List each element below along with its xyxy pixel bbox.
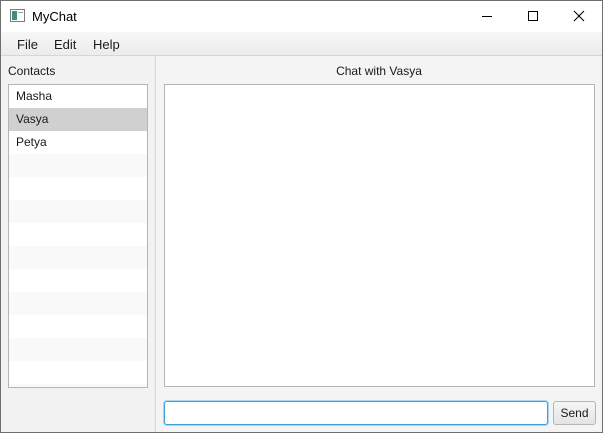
empty-list-row [9,269,147,292]
contact-name: Petya [16,135,47,149]
minimize-icon [482,16,492,17]
empty-list-row [9,177,147,200]
contact-item-masha[interactable]: Masha [9,85,147,108]
window-title: MyChat [32,9,77,24]
empty-list-row [9,154,147,177]
menu-edit[interactable]: Edit [54,37,76,52]
chat-pane: Chat with Vasya Send [156,56,602,432]
empty-list-row [9,384,147,387]
send-button[interactable]: Send [553,401,596,425]
chat-title: Chat with Vasya [336,64,422,78]
app-window: MyChat File Edit Help Contacts Masha Vas… [0,0,603,433]
close-button[interactable] [556,1,602,32]
empty-list-row [9,361,147,384]
close-icon [573,10,585,22]
chat-history[interactable] [164,84,595,387]
contact-item-vasya[interactable]: Vasya [9,108,147,131]
message-input[interactable] [164,401,548,425]
app-icon-bar [18,12,23,13]
app-icon-accent [12,11,17,20]
empty-list-row [9,338,147,361]
empty-list-row [9,315,147,338]
empty-list-row [9,292,147,315]
contacts-list[interactable]: Masha Vasya Petya [8,84,148,388]
contact-name: Masha [16,89,53,103]
contact-item-petya[interactable]: Petya [9,131,147,154]
empty-list-row [9,223,147,246]
contact-name: Vasya [16,112,49,126]
empty-list-row [9,246,147,269]
title-bar[interactable]: MyChat [1,1,602,32]
menu-bar: File Edit Help [1,32,602,56]
maximize-button[interactable] [510,1,556,32]
minimize-button[interactable] [464,1,510,32]
empty-list-row [9,200,147,223]
contacts-pane: Contacts Masha Vasya Petya [1,56,154,432]
app-icon [10,9,25,22]
menu-help[interactable]: Help [93,37,120,52]
menu-file[interactable]: File [17,37,38,52]
contacts-label: Contacts [8,64,56,78]
maximize-icon [528,11,538,21]
